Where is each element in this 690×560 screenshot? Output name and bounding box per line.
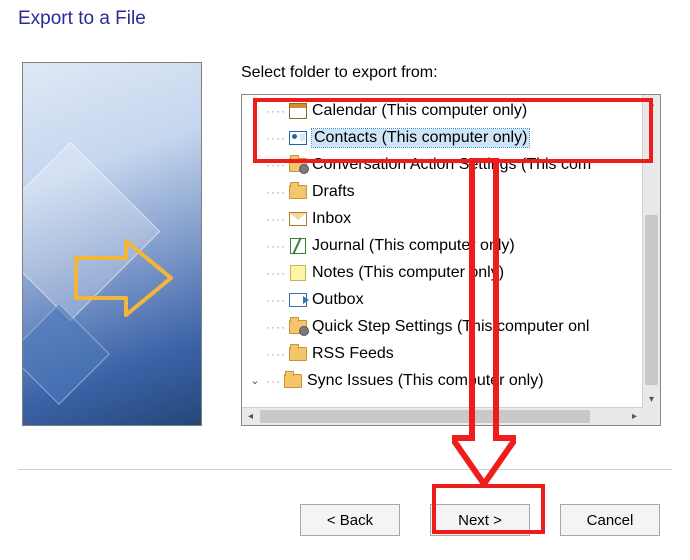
inbox-icon xyxy=(289,211,307,227)
tree-item-quickstep-settings[interactable]: ···· Quick Step Settings (This computer … xyxy=(242,313,643,340)
folder-cog-icon xyxy=(289,319,307,335)
tree-item-rss-feeds[interactable]: ···· RSS Feeds xyxy=(242,340,643,367)
tree-item-label: Conversation Action Settings (This com xyxy=(312,156,591,174)
next-button[interactable]: Next > xyxy=(430,504,530,536)
tree-item-notes[interactable]: ···· Notes (This computer only) xyxy=(242,259,643,286)
tree-item-sync-issues[interactable]: ⌄ ··· Sync Issues (This computer only) xyxy=(242,367,643,394)
tree-item-label: Quick Step Settings (This computer onl xyxy=(312,318,589,336)
cancel-button[interactable]: Cancel xyxy=(560,504,660,536)
back-button[interactable]: < Back xyxy=(300,504,400,536)
wizard-banner-image xyxy=(22,62,202,426)
scroll-thumb[interactable] xyxy=(260,410,590,423)
tree-item-label: Calendar (This computer only) xyxy=(312,102,527,120)
tree-item-contacts[interactable]: ···· Contacts (This computer only) xyxy=(242,124,643,151)
tree-item-outbox[interactable]: ···· Outbox xyxy=(242,286,643,313)
folder-cog-icon xyxy=(289,157,307,173)
chevron-down-icon[interactable]: ⌄ xyxy=(248,374,262,387)
tree-item-inbox[interactable]: ···· Inbox xyxy=(242,205,643,232)
tree-item-label: Inbox xyxy=(312,210,351,228)
scroll-left-icon[interactable]: ◂ xyxy=(242,408,259,425)
folder-icon xyxy=(284,373,302,389)
tree-item-label: Journal (This computer only) xyxy=(312,237,515,255)
tree-item-label: Notes (This computer only) xyxy=(312,264,504,282)
tree-item-label: Drafts xyxy=(312,183,355,201)
wizard-arrow-graphic xyxy=(71,233,181,323)
tree-item-calendar[interactable]: ···· Calendar (This computer only) xyxy=(242,97,643,124)
scroll-right-icon[interactable]: ▸ xyxy=(626,408,643,425)
vertical-scrollbar[interactable]: ▴ ▾ xyxy=(642,95,660,408)
scroll-thumb[interactable] xyxy=(645,215,658,385)
prompt-label: Select folder to export from: xyxy=(241,64,438,82)
folder-tree[interactable]: ···· Calendar (This computer only) ···· … xyxy=(241,94,661,426)
scroll-down-icon[interactable]: ▾ xyxy=(643,391,660,408)
scroll-corner xyxy=(643,408,660,425)
tree-item-journal[interactable]: ···· Journal (This computer only) xyxy=(242,232,643,259)
folder-icon xyxy=(289,346,307,362)
folder-icon xyxy=(289,184,307,200)
contacts-icon xyxy=(289,130,307,146)
scroll-up-icon[interactable]: ▴ xyxy=(643,95,660,112)
tree-item-label: RSS Feeds xyxy=(312,345,394,363)
outbox-icon xyxy=(289,292,307,308)
tree-item-conversation-settings[interactable]: ···· Conversation Action Settings (This … xyxy=(242,151,643,178)
wizard-button-row: < Back Next > Cancel xyxy=(300,504,660,536)
dialog-title: Export to a File xyxy=(18,8,146,30)
journal-icon xyxy=(289,238,307,254)
notes-icon xyxy=(289,265,307,281)
calendar-icon xyxy=(289,103,307,119)
tree-item-drafts[interactable]: ···· Drafts xyxy=(242,178,643,205)
tree-item-label: Outbox xyxy=(312,291,364,309)
separator xyxy=(18,469,672,470)
folder-tree-items[interactable]: ···· Calendar (This computer only) ···· … xyxy=(242,95,643,408)
tree-item-label: Sync Issues (This computer only) xyxy=(307,372,544,390)
tree-item-label: Contacts (This computer only) xyxy=(312,129,529,147)
horizontal-scrollbar[interactable]: ◂ ▸ xyxy=(242,407,643,425)
